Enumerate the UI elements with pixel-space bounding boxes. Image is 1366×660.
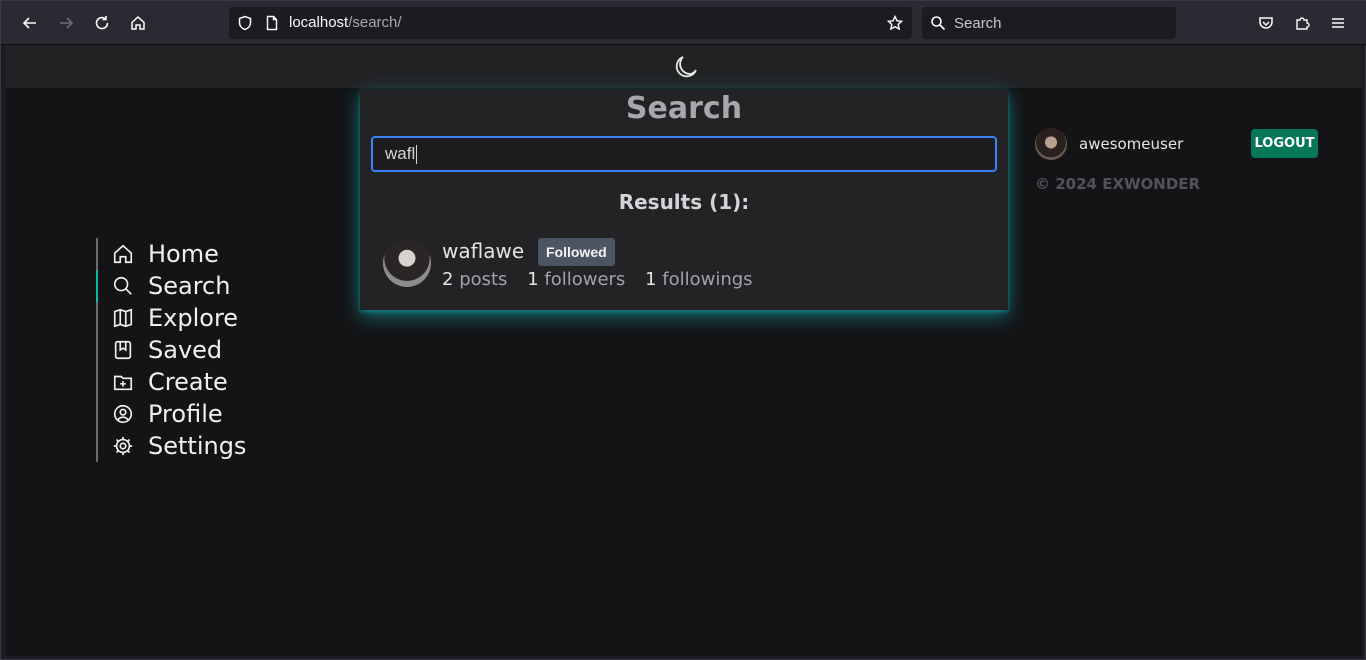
- pocket-button[interactable]: [1252, 9, 1280, 37]
- page-icon: [266, 15, 278, 31]
- followers-label: followers: [544, 269, 626, 290]
- search-icon: [931, 16, 946, 31]
- posts-stat: 2 posts: [442, 269, 507, 290]
- sidebar-item-label: Create: [148, 368, 228, 396]
- followers-stat: 1 followers: [527, 269, 625, 290]
- current-username[interactable]: awesomeuser: [1079, 135, 1183, 153]
- sidebar-item-label: Profile: [148, 400, 223, 428]
- arrow-right-icon: [60, 17, 74, 29]
- browser-search-placeholder: Search: [954, 15, 1002, 32]
- reload-icon: [95, 16, 109, 30]
- sidebar-nav: Home Search Explore Saved Create Profile: [96, 238, 296, 462]
- folder-plus-icon: [113, 375, 133, 391]
- sidebar-item-create[interactable]: Create: [98, 366, 228, 398]
- arrow-left-icon: [22, 17, 36, 29]
- star-icon[interactable]: [887, 15, 903, 31]
- forward-button[interactable]: [52, 9, 80, 37]
- list-item[interactable]: waflawe Followed 2 posts 1 followers 1 f…: [383, 237, 983, 293]
- extensions-button[interactable]: [1288, 9, 1316, 37]
- search-icon: [113, 276, 132, 295]
- text-caret: [416, 145, 418, 165]
- followings-stat: 1 followings: [645, 269, 753, 290]
- search-card: Search wafl Results (1): waflawe Followe…: [360, 89, 1008, 310]
- url-path: /search/: [348, 14, 402, 31]
- reload-button[interactable]: [88, 9, 116, 37]
- url-bar[interactable]: localhost/search/: [229, 7, 912, 39]
- home-button[interactable]: [124, 9, 152, 37]
- user-circle-icon: [113, 404, 133, 424]
- user-stats: 2 posts 1 followers 1 followings: [442, 269, 767, 290]
- browser-search-bar[interactable]: Search: [922, 7, 1176, 39]
- page-title: Search: [625, 91, 743, 126]
- user-avatar[interactable]: [1035, 128, 1067, 160]
- posts-label: posts: [459, 269, 508, 290]
- sidebar-item-profile[interactable]: Profile: [98, 398, 223, 430]
- sidebar-item-label: Explore: [148, 304, 239, 332]
- home-icon: [131, 15, 145, 30]
- followers-count: 1: [527, 269, 539, 290]
- search-input[interactable]: wafl: [371, 136, 997, 172]
- back-button[interactable]: [16, 9, 44, 37]
- moon-icon[interactable]: [671, 53, 699, 81]
- sidebar-item-saved[interactable]: Saved: [98, 334, 222, 366]
- map-icon: [113, 308, 133, 328]
- followings-label: followings: [662, 269, 753, 290]
- hamburger-icon: [1332, 18, 1344, 28]
- url-text[interactable]: localhost/search/: [289, 14, 402, 31]
- sidebar-item-explore[interactable]: Explore: [98, 302, 238, 334]
- avatar[interactable]: [383, 239, 431, 287]
- url-host: localhost: [289, 14, 349, 31]
- browser-toolbar: localhost/search/ Search: [1, 1, 1366, 45]
- posts-count: 2: [442, 269, 454, 290]
- sidebar-item-settings[interactable]: Settings: [98, 430, 246, 462]
- search-query: wafl: [385, 144, 416, 163]
- shield-icon: [238, 15, 252, 31]
- sidebar-item-label: Saved: [148, 336, 223, 364]
- sidebar-item-label: Search: [148, 272, 231, 300]
- followed-badge: Followed: [538, 238, 615, 266]
- home-icon: [113, 244, 133, 264]
- logout-button[interactable]: LOGOUT: [1251, 129, 1318, 158]
- copyright-text: © 2024 EXWONDER: [1035, 175, 1201, 193]
- page-content: Home Search Explore Saved Create Profile: [6, 46, 1362, 656]
- browser-window: localhost/search/ Search Home Search Exp…: [0, 0, 1366, 660]
- sidebar-item-label: Settings: [148, 432, 247, 460]
- sidebar-item-label: Home: [148, 240, 219, 268]
- sidebar-item-home[interactable]: Home: [98, 238, 219, 270]
- sidebar-item-search[interactable]: Search: [96, 270, 230, 302]
- menu-button[interactable]: [1324, 9, 1352, 37]
- followings-count: 1: [645, 269, 657, 290]
- results-heading: Results (1):: [618, 190, 750, 214]
- top-bar: [6, 46, 1362, 89]
- gear-icon: [113, 436, 133, 456]
- puzzle-icon: [1296, 17, 1310, 30]
- result-username[interactable]: waflawe: [442, 239, 524, 263]
- pocket-icon: [1259, 17, 1273, 29]
- bookmark-icon: [114, 340, 132, 360]
